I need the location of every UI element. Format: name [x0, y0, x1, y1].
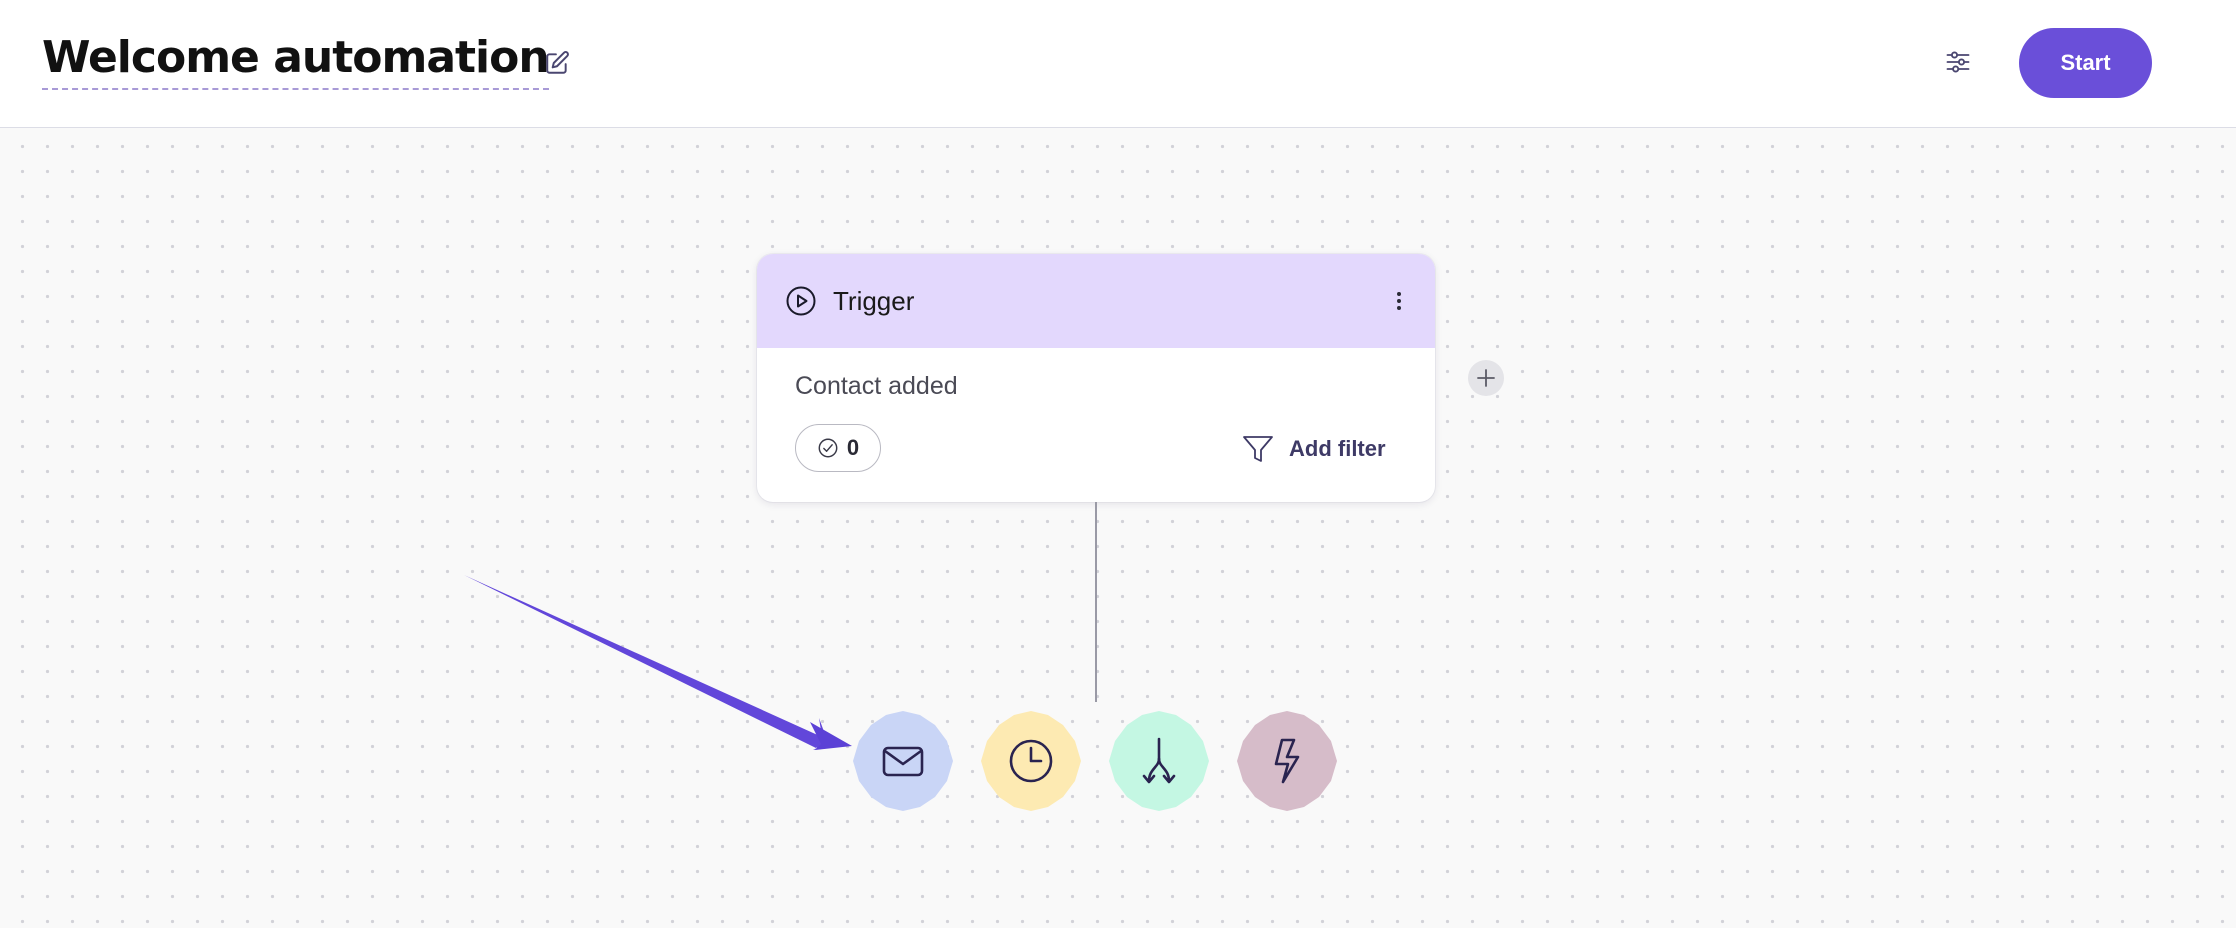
contacts-count-badge[interactable]: 0	[795, 424, 881, 472]
webhook-action-shape	[1237, 711, 1337, 811]
add-split-action-button[interactable]	[1109, 711, 1209, 811]
add-filter-label: Add filter	[1289, 436, 1386, 461]
add-filter-button[interactable]: Add filter	[1241, 431, 1386, 467]
trigger-card-header: Trigger	[757, 254, 1435, 348]
add-email-action-button[interactable]	[853, 711, 953, 811]
add-step-button[interactable]	[1468, 360, 1504, 396]
settings-button[interactable]	[1944, 48, 1972, 76]
trigger-card[interactable]: Trigger Contact added 0 Add filter	[757, 254, 1435, 502]
trigger-title: Trigger	[833, 286, 915, 316]
header-bar: Welcome automation Start	[0, 0, 2236, 128]
edit-title-button[interactable]	[544, 50, 570, 76]
start-button[interactable]: Start	[2019, 28, 2152, 98]
sliders-icon	[1946, 51, 1970, 73]
play-circle-icon	[786, 286, 816, 316]
pencil-edit-icon	[546, 51, 569, 74]
vertical-dots-icon	[1397, 292, 1401, 310]
plus-icon	[1477, 369, 1495, 387]
contacts-count: 0	[846, 435, 860, 460]
connector-line	[1095, 502, 1097, 702]
add-delay-action-button[interactable]	[981, 711, 1081, 811]
check-circle-icon	[818, 438, 838, 458]
add-webhook-action-button[interactable]	[1237, 711, 1337, 811]
email-action-shape	[853, 711, 953, 811]
trigger-description: Contact added	[795, 372, 958, 400]
page-title[interactable]: Welcome automation	[42, 30, 550, 90]
card-menu-button[interactable]	[1389, 284, 1409, 318]
title-wrap: Welcome automation	[42, 30, 550, 92]
funnel-icon	[1243, 436, 1273, 462]
automation-builder: Welcome automation Start Trigger Contact…	[0, 0, 2236, 928]
